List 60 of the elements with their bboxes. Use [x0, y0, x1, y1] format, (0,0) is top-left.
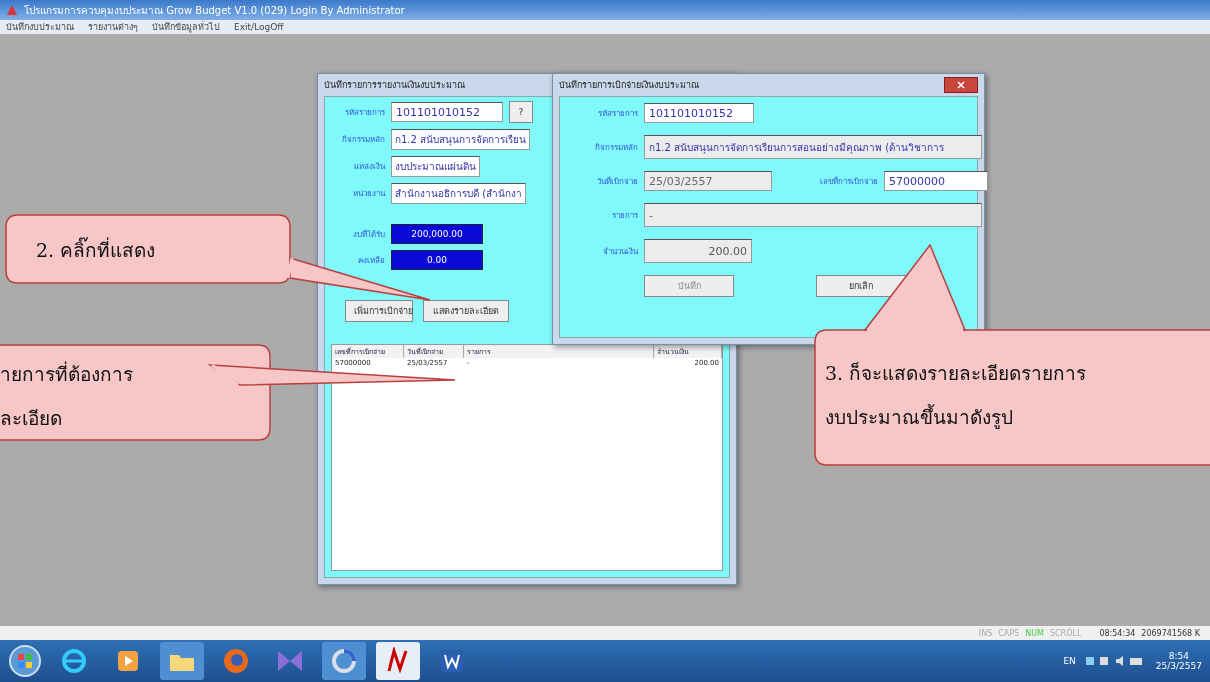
clock[interactable]: 8:54 25/3/2557 [1155, 651, 1202, 671]
close-button[interactable] [944, 77, 978, 93]
input-field[interactable]: 101101010152 [644, 103, 754, 123]
field-label: แหล่งเงิน [353, 161, 385, 173]
key-indicator: INS [978, 628, 993, 638]
field-label: วันที่เบิกจ่าย [596, 175, 638, 188]
dialog-title: บันทึกรายการเบิกจ่ายเงินงบประมาณ [559, 79, 699, 92]
document-icon [439, 648, 465, 674]
menu-item[interactable]: Exit/LogOff [234, 22, 284, 32]
status-memory: 2069741568 K [1141, 628, 1200, 638]
app-icon [6, 4, 18, 16]
input-field[interactable]: งบประมาณแผ่นดิน [391, 156, 480, 177]
total-value: 200,000.00 [391, 224, 483, 244]
field-label: คงเหลือ [357, 254, 385, 267]
action-button[interactable]: เพิ่มการเบิกจ่าย [345, 300, 413, 322]
status-time: 08:54:34 [1099, 628, 1136, 638]
input-field[interactable]: ก1.2 สนับสนุนการจัดการเรียน [391, 129, 531, 150]
bowtie-icon [276, 649, 304, 673]
field-label: กิจกรรมหลัก [594, 141, 638, 154]
callout-text: งบประมาณขึ้นมาดังรูป [825, 403, 1014, 431]
menu-item[interactable]: รายงานต่างๆ [88, 20, 138, 34]
callout-text: 3. ก็จะแสดงรายละเอียดรายการ [825, 361, 1087, 386]
key-indicator: SCROLL [1049, 628, 1082, 638]
menu-item[interactable]: บันทึกงบประมาณ [6, 20, 74, 34]
field-label: รหัสรายการ [344, 106, 385, 119]
field-label: รหัสรายการ [597, 107, 638, 120]
lookup-button[interactable]: ? [509, 101, 533, 123]
globe-icon [222, 647, 250, 675]
input-field[interactable]: 101101010152 [391, 102, 503, 122]
window-title: โปรแกรมการควบคุมงบประมาณ Grow Budget V1.0 (029) Login By Administrator [24, 3, 405, 18]
field-label: งบที่ได้รับ [352, 228, 385, 241]
play-icon [116, 649, 140, 673]
action-button[interactable]: แสดงรายละเอียด [423, 300, 509, 322]
taskbar-button[interactable] [376, 642, 420, 680]
key-indicator: CAPS [998, 628, 1020, 638]
field-label: จำนวนเงิน [602, 245, 638, 258]
field-label: รายการ [611, 209, 638, 222]
taskbar-button[interactable] [322, 642, 366, 680]
total-value: 0.00 [391, 250, 483, 270]
input-field[interactable]: สำนักงานอธิการบดี (สำนักงา [391, 183, 527, 204]
menu-item[interactable]: บันทึกข้อมูลทั่วไป [152, 20, 220, 34]
field-label: กิจกรรมหลัก [341, 134, 385, 146]
date-field[interactable]: 25/03/2557 [644, 171, 772, 191]
input-field[interactable]: 200.00 [644, 239, 752, 263]
key-indicator: NUM [1025, 628, 1044, 638]
callout-text: ายการที่ต้องการ [0, 360, 133, 387]
field-label: หน่วยงาน [352, 188, 385, 200]
globe-icon [60, 647, 88, 675]
close-icon [957, 81, 965, 89]
callout-text: ละเอียด [0, 406, 63, 431]
start-button[interactable] [8, 644, 42, 678]
callout-text: 2. คลิ๊กที่แสดง [36, 236, 156, 263]
input-field[interactable]: ก1.2 สนับสนุนการจัดการเรียนการสอนอย่างมีคุณภาพ (ด้านวิชาการ [644, 135, 982, 159]
swirl-icon [330, 647, 358, 675]
input-field[interactable]: - [644, 203, 982, 227]
field-label: เลขที่การเบิกจ่าย [819, 175, 878, 188]
dialog-button[interactable]: ยกเลิก [816, 275, 906, 297]
language-indicator[interactable]: EN [1063, 656, 1076, 666]
dialog-title: บันทึกรายการรายงานเงินงบประมาณ [324, 79, 465, 92]
input-field[interactable]: 57000000 [884, 171, 988, 191]
